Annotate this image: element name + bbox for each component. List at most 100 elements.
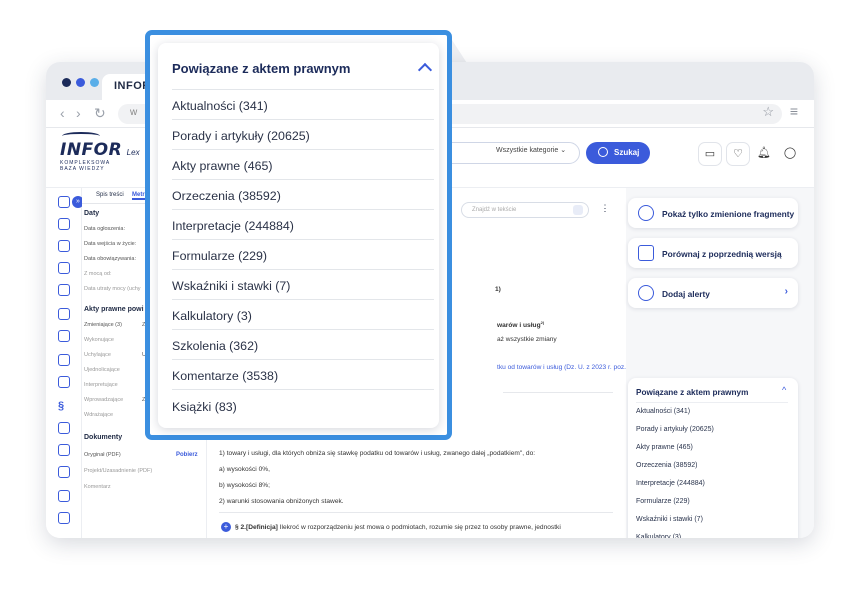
divider	[172, 389, 434, 390]
paragraph-icon[interactable]: §	[58, 400, 70, 412]
forward-icon[interactable]: ›	[76, 105, 81, 121]
user-icon[interactable]: ◯	[778, 142, 802, 166]
tab-metrics[interactable]: Metr	[132, 192, 145, 200]
divider	[172, 359, 434, 360]
related-item[interactable]: Porady i artykuły (20625)	[636, 426, 714, 433]
book-icon[interactable]	[58, 284, 70, 296]
stage: INFOR ‹ › ↻ w ☆ ≡ INFOR Lex KOMPLEKSOWA …	[0, 0, 860, 600]
related-item[interactable]: Interpretacje (244884)	[172, 219, 294, 233]
related-item[interactable]: Interpretacje (244884)	[636, 480, 705, 487]
related-item[interactable]: Aktualności (341)	[636, 408, 690, 415]
expand-plus-icon[interactable]: +	[221, 522, 231, 532]
related-item[interactable]: Wskaźniki i stawki (7)	[172, 279, 290, 293]
divider	[219, 512, 613, 513]
people-icon[interactable]	[58, 422, 70, 434]
chat-icon[interactable]: ▭	[698, 142, 722, 166]
related-item[interactable]: Formularze (229)	[636, 498, 690, 505]
related-act-row[interactable]: Zmieniające (3)	[84, 322, 122, 328]
divider	[172, 239, 434, 240]
related-act-row[interactable]: Wdrażające	[84, 412, 113, 418]
search-doc-icon	[638, 205, 654, 221]
window-dot-icon[interactable]	[76, 78, 85, 87]
related-list-title: Powiązane z aktem prawnym	[172, 61, 351, 76]
show-changed-button[interactable]: Pokaż tylko zmienione fragmenty	[628, 198, 798, 228]
divider	[172, 119, 434, 120]
date-row: Data obowiązywania:	[84, 256, 136, 262]
document-row[interactable]: Oryginał (PDF)	[84, 452, 121, 458]
edit-icon[interactable]	[58, 444, 70, 456]
find-in-text-input[interactable]: Znajdź w tekście	[461, 202, 589, 218]
date-row: Z mocą od:	[84, 271, 112, 277]
window-dot-icon[interactable]	[62, 78, 71, 87]
document-row[interactable]: Komentarz	[84, 484, 111, 490]
grid-icon[interactable]	[58, 218, 70, 230]
related-item[interactable]: Akty prawne (465)	[636, 444, 693, 451]
logo-bird-icon	[62, 132, 100, 140]
back-icon[interactable]: ‹	[60, 105, 65, 121]
reload-icon[interactable]: ↻	[94, 105, 106, 122]
home-icon[interactable]	[58, 196, 70, 208]
document-row[interactable]: Projekt/Uzasadnienie (PDF)	[84, 468, 152, 474]
related-item[interactable]: Książki (83)	[172, 400, 237, 414]
chevron-up-icon[interactable]	[417, 62, 433, 78]
category-select[interactable]: Wszystkie kategorie ⌄	[496, 146, 566, 154]
window-dot-icon[interactable]	[90, 78, 99, 87]
list-icon[interactable]	[58, 376, 70, 388]
doc-link[interactable]: tku od towarów i usług (Dz. U. z 2023 r.…	[497, 364, 626, 371]
infor-logo[interactable]: INFOR Lex KOMPLEKSOWA BAZA WIEDZY	[60, 132, 140, 172]
date-row: Data wejścia w życie:	[84, 241, 137, 247]
search-button[interactable]: Szukaj	[586, 142, 650, 164]
zoom-frame: Powiązane z aktem prawnym Aktualności (3…	[145, 30, 452, 440]
mail-icon[interactable]	[58, 512, 70, 524]
chevron-up-icon[interactable]: ^	[782, 385, 786, 395]
related-item[interactable]: Akty prawne (465)	[172, 159, 273, 173]
card-icon[interactable]	[58, 308, 70, 320]
menu-icon[interactable]: ≡	[790, 103, 798, 119]
right-panel: Pokaż tylko zmienione fragmenty Porównaj…	[626, 188, 814, 538]
play-icon[interactable]	[58, 330, 70, 342]
document-icon[interactable]	[58, 240, 70, 252]
related-act-row[interactable]: Wprowadzające	[84, 397, 123, 403]
related-item[interactable]: Porady i artykuły (20625)	[172, 129, 310, 143]
compare-icon	[638, 245, 654, 261]
related-acts-heading: Akty prawne powi	[84, 306, 144, 313]
related-act-row[interactable]: Uchylające	[84, 352, 111, 358]
more-options-icon[interactable]: ⋮	[599, 203, 611, 217]
heart-icon[interactable]: ♡	[726, 142, 750, 166]
related-item[interactable]: Kalkulatory (3)	[172, 309, 252, 323]
calendar-icon[interactable]	[58, 490, 70, 502]
date-row: Data ogłoszenia:	[84, 226, 125, 232]
related-item[interactable]: Komentarze (3538)	[172, 369, 278, 383]
related-item[interactable]: Kalkulatory (3)	[636, 534, 681, 538]
doc-paragraph: § 2.[Definicja] Ilekroć w rozporządzeniu…	[235, 524, 561, 531]
related-item[interactable]: Formularze (229)	[172, 249, 267, 263]
related-act-row[interactable]: Ujednolicające	[84, 367, 120, 373]
file-icon[interactable]	[58, 262, 70, 274]
related-list-zoomed: Powiązane z aktem prawnym Aktualności (3…	[158, 43, 439, 428]
related-item[interactable]: Orzeczenia (38592)	[636, 462, 697, 469]
related-list-title: Powiązane z aktem prawnym	[636, 388, 749, 397]
compare-version-button[interactable]: Porównaj z poprzednią wersją	[628, 238, 798, 268]
briefcase-icon[interactable]	[58, 466, 70, 478]
find-search-icon[interactable]	[573, 205, 583, 215]
bookmark-star-icon[interactable]: ☆	[762, 104, 774, 120]
doc-fragment: warów i usług2)	[497, 320, 545, 330]
related-item[interactable]: Szkolenia (362)	[172, 339, 258, 353]
add-alerts-button[interactable]: Dodaj alerty ›	[628, 278, 798, 308]
divider	[636, 402, 788, 403]
monitor-icon[interactable]	[58, 354, 70, 366]
related-item[interactable]: Aktualności (341)	[172, 99, 268, 113]
divider	[172, 149, 434, 150]
related-act-row[interactable]: Wykonujące	[84, 337, 114, 343]
tab-toc[interactable]: Spis treści	[96, 192, 124, 198]
related-list-small: Powiązane z aktem prawnym ^ Aktualności …	[628, 378, 798, 538]
doc-fragment: 1)	[495, 286, 501, 293]
related-item[interactable]: Wskaźniki i stawki (7)	[636, 516, 703, 523]
search-icon	[598, 147, 608, 157]
bell-icon[interactable]: 🔔︎	[752, 142, 776, 166]
related-item[interactable]: Orzeczenia (38592)	[172, 189, 281, 203]
divider	[503, 392, 613, 393]
icon-rail: §	[46, 188, 82, 538]
related-act-row[interactable]: Interpretujące	[84, 382, 118, 388]
download-link[interactable]: Pobierz	[176, 452, 198, 458]
